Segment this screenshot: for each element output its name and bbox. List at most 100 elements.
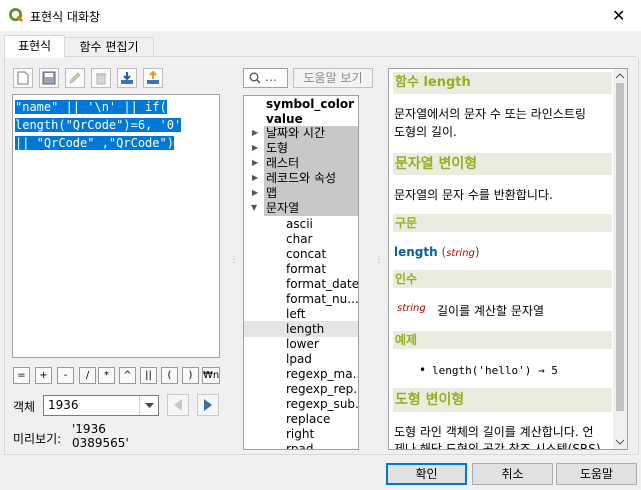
chevron-right-icon[interactable]: ▶ [252, 173, 258, 182]
tree-func-item[interactable]: regexp_ma... [286, 367, 358, 382]
help-example-bullet: • [419, 363, 427, 377]
import-icon [121, 72, 133, 84]
chevron-down-icon[interactable] [139, 396, 158, 415]
window-title: 표현식 대화창 [30, 10, 101, 24]
tree-func-item[interactable]: right [286, 427, 314, 442]
help-syntax: length (string) [394, 245, 480, 259]
scroll-down-icon[interactable] [613, 437, 627, 447]
tree-group-raster[interactable]: 래스터 [264, 156, 358, 171]
cancel-button[interactable]: 취소 [472, 463, 553, 485]
export-icon [147, 71, 159, 84]
tree-func-item[interactable]: replace [286, 412, 330, 427]
operator-minus-button[interactable]: - [57, 367, 74, 384]
operator-plus-button[interactable]: + [35, 367, 52, 384]
next-feature-button[interactable] [197, 394, 219, 416]
tree-group-record[interactable]: 레코드와 속성 [264, 171, 358, 186]
help-geometry-variant-desc: 제나 해당 도형의 공간 참조 시스템(SRS) [394, 442, 601, 450]
code-line: "name" || '\n' || if( [15, 100, 167, 114]
function-search-input[interactable]: … [243, 68, 288, 88]
operator-multiply-button[interactable]: * [98, 367, 115, 384]
tree-group-map[interactable]: 맵 [264, 186, 358, 201]
chevron-right-icon[interactable]: ▶ [252, 188, 258, 197]
help-example: length('hello') → 5 [432, 364, 558, 377]
help-function-title: 함수 length [393, 72, 612, 94]
operator-divide-button[interactable]: / [79, 367, 96, 384]
arrow-right-icon [204, 399, 212, 411]
operator-newline-button[interactable]: ₩n [202, 367, 220, 384]
close-icon[interactable]: ✕ [612, 6, 625, 25]
tree-func-item[interactable]: format [286, 262, 326, 277]
help-button[interactable]: 도움말 [556, 463, 637, 485]
help-string-variant-title: 문자열 변이형 [393, 153, 612, 175]
tree-item-symbol-color[interactable]: symbol_color [266, 97, 354, 112]
help-description: 도형의 길이. [394, 125, 457, 139]
tree-func-item-selected[interactable]: length [286, 322, 324, 337]
syntax-arg: string [446, 248, 475, 259]
save-button[interactable] [39, 68, 59, 88]
edit-button[interactable] [65, 68, 85, 88]
expression-code: "name" || '\n' || if( length("QrCode")=6… [15, 98, 182, 152]
tree-group-datetime[interactable]: 날짜와 시간 [264, 126, 358, 141]
tree-group-string[interactable]: 문자열 [264, 201, 358, 216]
tree-func-item[interactable]: lower [286, 337, 319, 352]
operator-concat-button[interactable]: || [140, 367, 157, 384]
tree-func-item[interactable]: regexp_rep... [286, 382, 358, 397]
code-line: length("QrCode")=6, '0' [15, 118, 182, 132]
scroll-up-icon[interactable] [613, 71, 627, 81]
pencil-icon [69, 72, 81, 84]
new-file-button[interactable] [13, 68, 33, 88]
code-line: || "QrCode" ,"QrCode") [15, 136, 174, 150]
preview-line: '1936 [72, 422, 106, 436]
chevron-right-icon[interactable]: ▶ [252, 158, 258, 167]
help-arg-name: string [397, 303, 426, 314]
operator-equals-button[interactable]: = [13, 367, 30, 384]
help-examples-label: 예제 [393, 331, 612, 349]
tree-item-value[interactable]: value [266, 112, 303, 127]
tree-func-item[interactable]: format_nu... [286, 292, 358, 307]
save-icon [42, 71, 56, 85]
chevron-down-icon[interactable]: ▼ [251, 203, 257, 212]
operator-open-paren-button[interactable]: ( [161, 367, 178, 384]
function-tree[interactable]: symbol_color value ▶ 날짜와 시간 ▶ 도형 ▶ 래스터 ▶… [243, 95, 359, 450]
tree-func-item[interactable]: ascii [286, 217, 313, 232]
expression-editor[interactable]: "name" || '\n' || if( length("QrCode")=6… [12, 94, 220, 358]
feature-combobox[interactable]: 1936 [43, 395, 159, 416]
tree-func-item[interactable]: regexp_sub... [286, 397, 358, 412]
help-geometry-variant-desc: 도형 라인 객체의 길이를 계산합니다. 언 [394, 425, 594, 439]
help-string-variant-desc: 문자열의 문자 수를 반환합니다. [394, 188, 553, 202]
tree-func-item[interactable]: lpad [286, 352, 312, 367]
chevron-right-icon[interactable]: ▶ [252, 143, 258, 152]
help-description: 문자열에서의 문자 수 또는 라인스트링 [394, 107, 586, 121]
new-file-icon [17, 71, 29, 85]
chevron-right-icon[interactable]: ▶ [252, 128, 258, 137]
show-help-button[interactable]: 도움말 보기 [293, 68, 373, 88]
tree-func-item[interactable]: left [286, 307, 305, 322]
import-button[interactable] [117, 68, 137, 88]
splitter-handle[interactable]: ⋮ [230, 255, 238, 264]
tree-group-geometry[interactable]: 도형 [264, 141, 358, 156]
tab-expression[interactable]: 표현식 [4, 35, 65, 58]
export-button[interactable] [143, 68, 163, 88]
previous-feature-button[interactable] [167, 394, 189, 416]
search-more-icon: … [265, 70, 277, 84]
scrollbar-thumb[interactable] [616, 83, 624, 411]
operator-power-button[interactable]: ^ [119, 367, 136, 384]
operator-close-paren-button[interactable]: ) [182, 367, 199, 384]
help-arg-desc: 길이를 계산할 문자열 [437, 304, 544, 318]
tree-func-item[interactable]: format_date [286, 277, 358, 292]
tree-func-item[interactable]: rpad [286, 442, 314, 449]
help-scrollbar[interactable] [613, 69, 627, 449]
feature-value: 1936 [48, 398, 79, 412]
tree-func-item[interactable]: char [286, 232, 313, 247]
splitter-handle[interactable]: ⋮ [375, 255, 383, 264]
preview-line: 0389565' [72, 436, 129, 450]
tab-function-editor[interactable]: 함수 편집기 [64, 37, 154, 57]
delete-button[interactable] [91, 68, 111, 88]
tree-func-item[interactable]: concat [286, 247, 326, 262]
preview-value: '1936 0389565' [72, 422, 129, 450]
feature-label: 객체 [13, 400, 36, 414]
syntax-function-name: length [394, 245, 438, 259]
qgis-logo-icon [9, 8, 24, 23]
ok-button[interactable]: 확인 [386, 463, 467, 485]
arrow-left-icon [174, 399, 182, 411]
